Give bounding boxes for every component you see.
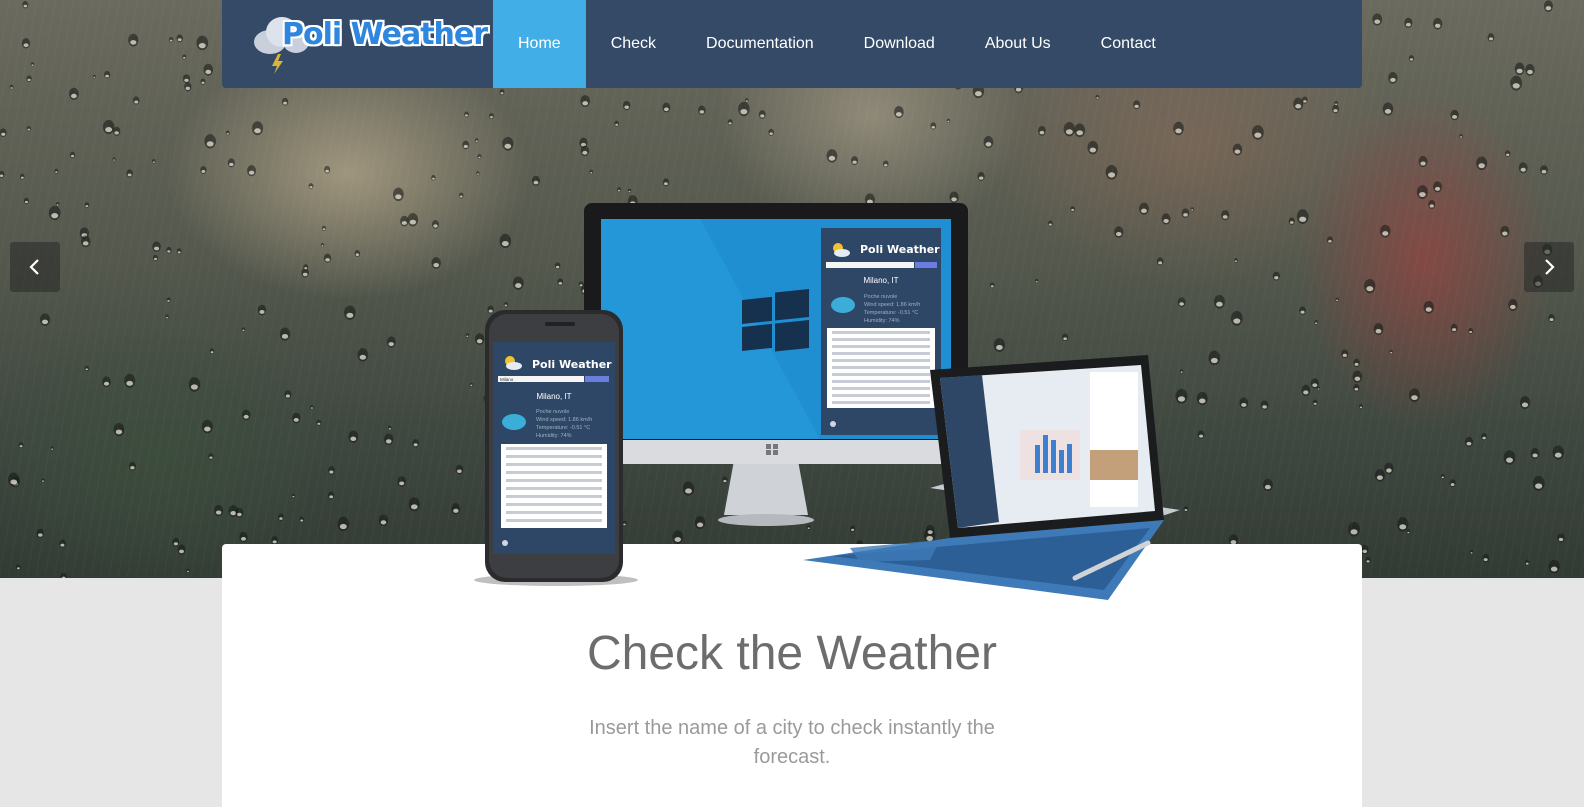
chevron-right-icon <box>1545 259 1555 275</box>
nav-item-contact[interactable]: Contact <box>1076 0 1181 88</box>
intro-card: Check the Weather Insert the name of a c… <box>222 544 1362 807</box>
carousel-next-button[interactable] <box>1524 242 1574 292</box>
page-subtitle: Insert the name of a city to check insta… <box>589 717 995 768</box>
main-nav: Home Check Documentation Download About … <box>493 0 1181 88</box>
chevron-left-icon <box>29 259 39 275</box>
nav-item-home[interactable]: Home <box>493 0 586 88</box>
brand-logo[interactable]: Poli Weather <box>222 0 493 88</box>
nav-item-check[interactable]: Check <box>586 0 681 88</box>
page-title: Check the Weather <box>587 627 997 680</box>
nav-item-about-us[interactable]: About Us <box>960 0 1076 88</box>
carousel-prev-button[interactable] <box>10 242 60 292</box>
brand-name: Poli Weather <box>282 17 488 52</box>
top-navbar: Poli Weather Home Check Documentation Do… <box>222 0 1362 88</box>
nav-item-documentation[interactable]: Documentation <box>681 0 839 88</box>
nav-item-download[interactable]: Download <box>839 0 960 88</box>
